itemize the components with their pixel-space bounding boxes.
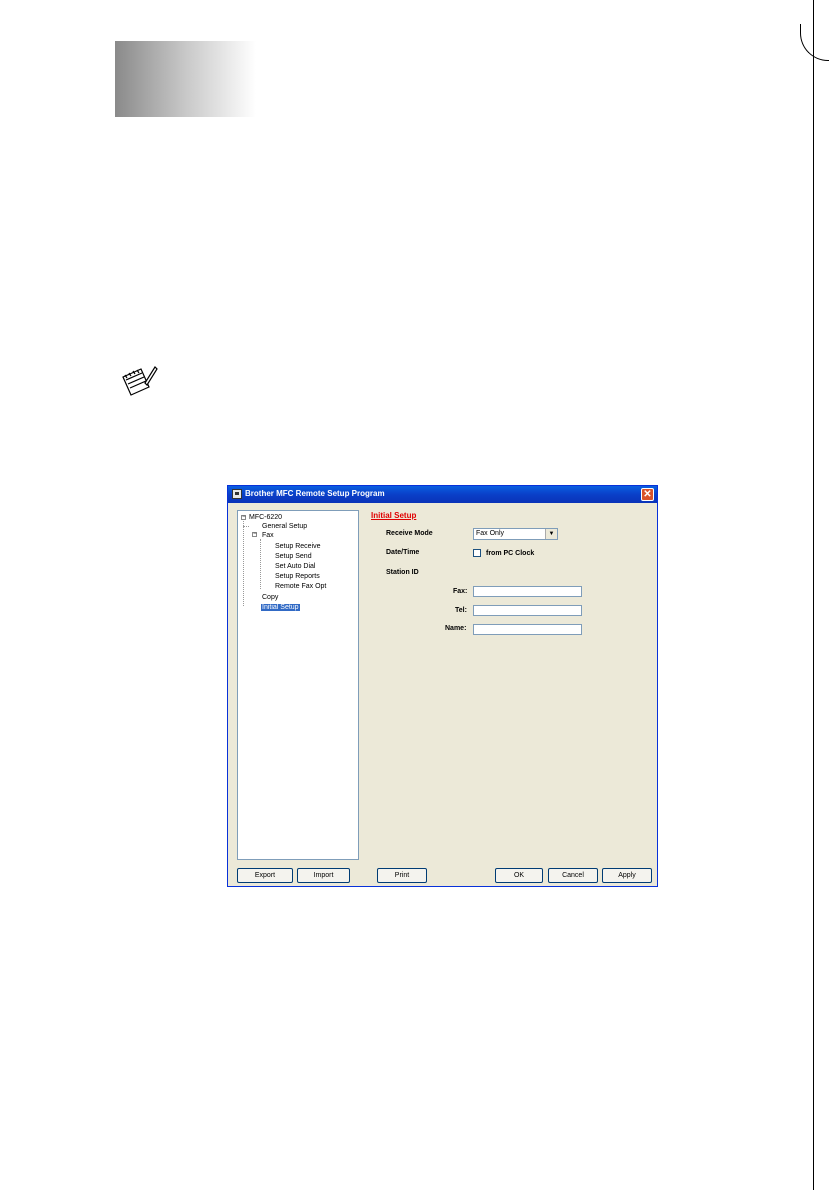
station-id-label: Station ID bbox=[386, 569, 419, 576]
printer-app-icon bbox=[232, 489, 242, 499]
import-button[interactable]: Import bbox=[297, 868, 350, 883]
collapse-icon[interactable]: − bbox=[252, 531, 257, 537]
receive-mode-value: Fax Only bbox=[476, 530, 505, 537]
apply-button[interactable]: Apply bbox=[602, 868, 652, 883]
tree-item-set-auto-dial[interactable]: Set Auto Dial bbox=[275, 562, 315, 571]
name-field[interactable] bbox=[473, 624, 582, 635]
panel-title: Initial Setup bbox=[371, 511, 417, 520]
close-button[interactable]: ✕ bbox=[641, 488, 654, 501]
tree-line bbox=[243, 526, 249, 527]
export-button[interactable]: Export bbox=[237, 868, 293, 883]
window-titlebar: Brother MFC Remote Setup Program ✕ bbox=[228, 486, 657, 503]
settings-tree[interactable]: − MFC-6220 General Setup − Fax Setup Rec… bbox=[237, 510, 359, 860]
window-title: Brother MFC Remote Setup Program bbox=[245, 489, 385, 498]
note-pad-icon bbox=[122, 366, 158, 396]
chapter-tab-gradient bbox=[115, 41, 256, 117]
tree-item-setup-reports[interactable]: Setup Reports bbox=[275, 572, 320, 581]
tree-item-setup-receive[interactable]: Setup Receive bbox=[275, 542, 321, 551]
tree-line bbox=[243, 521, 244, 606]
fax-label: Fax: bbox=[453, 588, 468, 595]
page-edge-tab bbox=[800, 24, 829, 61]
tree-item-root[interactable]: MFC-6220 bbox=[249, 513, 282, 522]
receive-mode-select[interactable]: Fax Only ▼ bbox=[473, 528, 558, 540]
tel-label: Tel: bbox=[455, 607, 467, 614]
chevron-down-icon[interactable]: ▼ bbox=[545, 529, 557, 539]
cancel-button[interactable]: Cancel bbox=[548, 868, 598, 883]
name-label: Name: bbox=[445, 625, 467, 632]
from-pc-clock-label: from PC Clock bbox=[486, 550, 535, 557]
page-edge-line bbox=[813, 0, 814, 1190]
ok-button[interactable]: OK bbox=[495, 868, 543, 883]
tree-item-general-setup[interactable]: General Setup bbox=[262, 522, 307, 531]
tree-line bbox=[260, 539, 261, 589]
fax-field[interactable] bbox=[473, 586, 582, 597]
receive-mode-label: Receive Mode bbox=[386, 530, 433, 537]
tel-field[interactable] bbox=[473, 605, 582, 616]
tree-item-remote-fax-opt[interactable]: Remote Fax Opt bbox=[275, 582, 326, 591]
datetime-label: Date/Time bbox=[386, 549, 420, 556]
tree-item-initial-setup[interactable]: Initial Setup bbox=[261, 603, 300, 612]
collapse-icon[interactable]: − bbox=[241, 514, 246, 520]
remote-setup-window: Brother MFC Remote Setup Program ✕ − MFC… bbox=[227, 485, 658, 887]
tree-item-copy[interactable]: Copy bbox=[262, 593, 278, 602]
tree-item-setup-send[interactable]: Setup Send bbox=[275, 552, 312, 561]
from-pc-clock-checkbox[interactable] bbox=[473, 549, 481, 557]
print-button[interactable]: Print bbox=[377, 868, 427, 883]
tree-item-fax[interactable]: Fax bbox=[262, 531, 274, 540]
